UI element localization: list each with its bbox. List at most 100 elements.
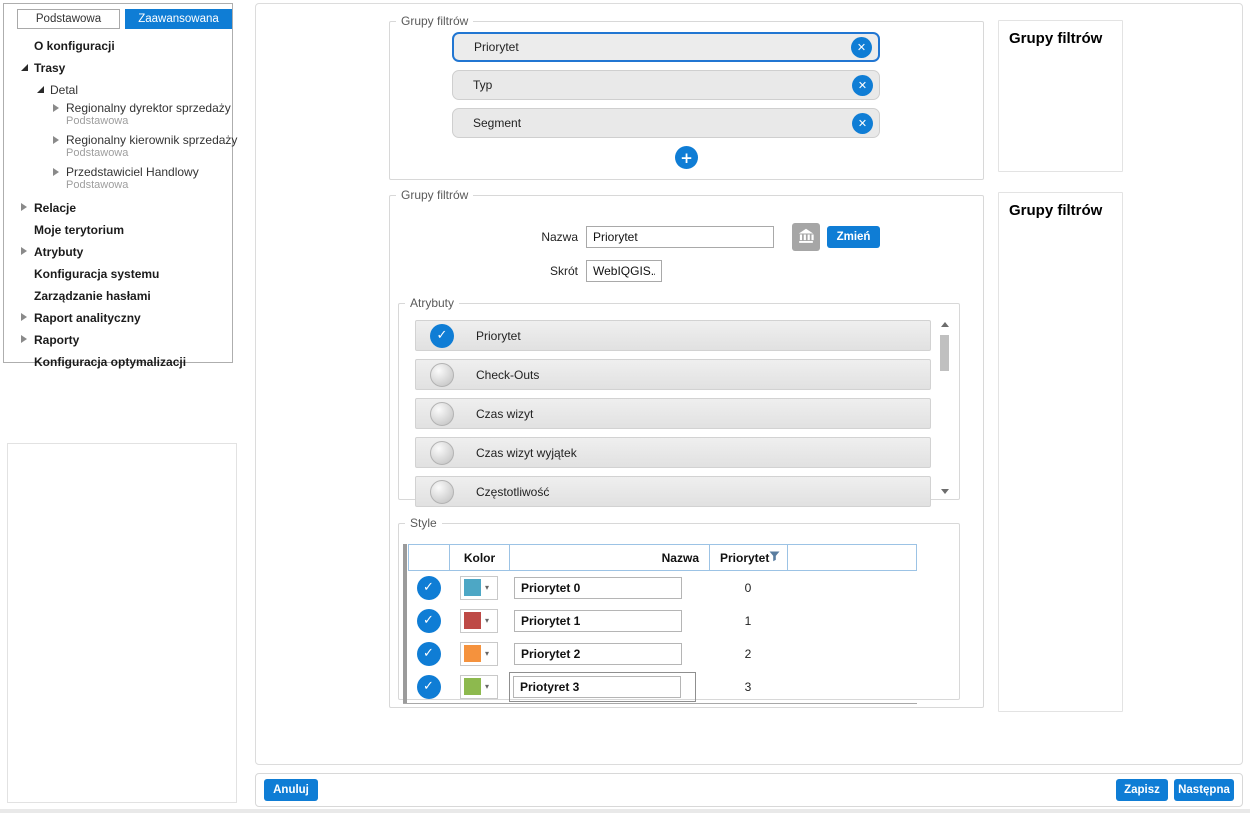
tree-item-zarz-dzanie-has-ami[interactable]: Zarządzanie hasłami xyxy=(4,284,232,306)
header-kolor[interactable]: Kolor xyxy=(450,545,510,570)
dropdown-caret-icon: ▾ xyxy=(485,649,489,658)
tree-item-raporty[interactable]: Raporty xyxy=(4,328,232,350)
tree-item-trasy[interactable]: Trasy xyxy=(4,56,232,78)
tree-item-label: Regionalny dyrektor sprzedaży xyxy=(66,102,231,115)
style-name-input[interactable] xyxy=(514,610,682,632)
style-enabled-check-icon[interactable]: ✓ xyxy=(417,576,441,600)
tree-collapse-icon[interactable] xyxy=(18,64,30,71)
color-dropdown[interactable]: ▾ xyxy=(460,642,498,666)
filter-group-label: Segment xyxy=(453,116,521,130)
header-priorytet[interactable]: Priorytet xyxy=(710,545,788,570)
remove-filter-group-button[interactable]: ✕ xyxy=(852,113,873,134)
table-row-gutter xyxy=(403,544,407,703)
tree-item-label: Relacje xyxy=(34,202,76,215)
sidebar-empty-panel xyxy=(7,443,237,803)
tree-item-label: Regionalny kierownik sprzedaży xyxy=(66,134,237,147)
filter-funnel-icon[interactable] xyxy=(769,551,780,565)
color-swatch xyxy=(464,645,481,662)
tree-expand-icon[interactable] xyxy=(50,136,62,144)
style-name-input[interactable] xyxy=(513,676,681,698)
filter-group-editor-legend: Grupy filtrów xyxy=(396,188,473,202)
tree-item-atrybuty[interactable]: Atrybuty xyxy=(4,240,232,262)
tree-expand-icon[interactable] xyxy=(50,168,62,176)
nazwa-input[interactable] xyxy=(586,226,774,248)
style-name-input[interactable] xyxy=(514,577,682,599)
scrollbar-thumb[interactable] xyxy=(940,335,949,371)
skrot-input[interactable] xyxy=(586,260,662,282)
attribute-unchecked-icon[interactable] xyxy=(430,402,454,426)
styles-table-body: ✓▾0✓▾1✓▾2✓▾3 xyxy=(403,571,917,703)
attribute-label: Czas wizyt xyxy=(476,407,533,421)
tree-item-raport-analityczny[interactable]: Raport analityczny xyxy=(4,306,232,328)
tree-item-label: Konfiguracja optymalizacji xyxy=(34,356,186,369)
translations-button[interactable] xyxy=(792,223,820,251)
color-swatch xyxy=(464,612,481,629)
tree-expand-icon[interactable] xyxy=(50,104,62,112)
right-panel-filter-groups-2: Grupy filtrów xyxy=(998,192,1123,712)
tree-item-relacje[interactable]: Relacje xyxy=(4,196,232,218)
header-empty-column xyxy=(788,545,916,570)
attribute-item[interactable]: Czas wizyt xyxy=(415,398,931,429)
tab-podstawowa[interactable]: Podstawowa xyxy=(17,9,120,29)
color-dropdown[interactable]: ▾ xyxy=(460,576,498,600)
footer-bar: Anuluj Zapisz Następna xyxy=(255,773,1243,807)
style-priority-value: 2 xyxy=(709,647,787,661)
window-bottom-edge xyxy=(0,809,1250,813)
filter-groups-list: Priorytet✕ Typ✕ Segment ✕ xyxy=(452,32,880,138)
tree-expand-icon[interactable] xyxy=(18,313,30,321)
tree-item-konfiguracja-systemu[interactable]: Konfiguracja systemu xyxy=(4,262,232,284)
attributes-list: ✓Priorytet Check-Outs Czas wizyt Czas wizyt… xyxy=(415,320,931,507)
tree-item-label: Przedstawiciel Handlowy xyxy=(66,166,199,179)
styles-fieldset: Style Kolor Nazwa Priorytet xyxy=(398,516,960,700)
style-priority-value: 0 xyxy=(709,581,787,595)
color-dropdown[interactable]: ▾ xyxy=(460,609,498,633)
tree-item-label: Konfiguracja systemu xyxy=(34,268,159,281)
attribute-item[interactable]: ✓Priorytet xyxy=(415,320,931,351)
attribute-item[interactable]: Czas wizyt wyjątek xyxy=(415,437,931,468)
tree-expand-icon[interactable] xyxy=(18,247,30,255)
remove-filter-group-button[interactable]: ✕ xyxy=(852,75,873,96)
tree-item-konfiguracja-optymalizacji[interactable]: Konfiguracja optymalizacji xyxy=(4,350,232,372)
tree-expand-icon[interactable] xyxy=(18,203,30,211)
styles-table-header: Kolor Nazwa Priorytet xyxy=(408,544,917,571)
tree-item-label: Atrybuty xyxy=(34,246,83,259)
tree-item-detal[interactable]: Detal xyxy=(4,78,232,100)
remove-filter-group-button[interactable]: ✕ xyxy=(851,37,872,58)
style-enabled-check-icon[interactable]: ✓ xyxy=(417,609,441,633)
attribute-unchecked-icon[interactable] xyxy=(430,480,454,504)
attribute-unchecked-icon[interactable] xyxy=(430,363,454,387)
filter-group-row[interactable]: Segment ✕ xyxy=(452,108,880,138)
add-filter-group-button[interactable]: + xyxy=(675,146,698,169)
filter-group-row[interactable]: Priorytet✕ xyxy=(452,32,880,62)
filter-group-row[interactable]: Typ✕ xyxy=(452,70,880,100)
tree-item-regionalny-dyrektor-sprzeda-y[interactable]: Regionalny dyrektor sprzedażyPodstawowa xyxy=(4,100,232,132)
attribute-item[interactable]: Check-Outs xyxy=(415,359,931,390)
save-button[interactable]: Zapisz xyxy=(1116,779,1168,801)
attribute-checked-icon[interactable]: ✓ xyxy=(430,324,454,348)
tree-item-moje-terytorium[interactable]: Moje terytorium xyxy=(4,218,232,240)
tab-zaawansowana[interactable]: Zaawansowana xyxy=(125,9,232,29)
header-nazwa[interactable]: Nazwa xyxy=(510,545,710,570)
tree-expand-icon[interactable] xyxy=(18,335,30,343)
scrollbar-down-icon[interactable] xyxy=(941,489,949,494)
tree-item-regionalny-kierownik-sprzeda-y[interactable]: Regionalny kierownik sprzedażyPodstawowa xyxy=(4,132,232,164)
style-row: ✓ ▾ 2 xyxy=(408,637,917,670)
style-name-input[interactable] xyxy=(514,643,682,665)
right-panel-title: Grupy filtrów xyxy=(999,193,1122,228)
tree-item-label: Raporty xyxy=(34,334,79,347)
scrollbar-up-icon[interactable] xyxy=(941,322,949,327)
next-button[interactable]: Następna xyxy=(1174,779,1234,801)
style-enabled-check-icon[interactable]: ✓ xyxy=(417,642,441,666)
attribute-item[interactable]: Częstotliwość xyxy=(415,476,931,507)
attribute-unchecked-icon[interactable] xyxy=(430,441,454,465)
cancel-button[interactable]: Anuluj xyxy=(264,779,318,801)
attributes-scrollbar[interactable] xyxy=(940,322,949,494)
tree-item-przedstawiciel-handlowy[interactable]: Przedstawiciel HandlowyPodstawowa xyxy=(4,164,232,196)
style-row: ✓ ▾ 0 xyxy=(408,571,917,604)
style-enabled-check-icon[interactable]: ✓ xyxy=(417,675,441,699)
style-priority-value: 1 xyxy=(709,614,787,628)
tree-item-o-konfiguracji[interactable]: O konfiguracji xyxy=(4,34,232,56)
change-button[interactable]: Zmień xyxy=(827,226,880,248)
color-dropdown[interactable]: ▾ xyxy=(460,675,498,699)
tree-collapse-icon[interactable] xyxy=(34,86,46,93)
